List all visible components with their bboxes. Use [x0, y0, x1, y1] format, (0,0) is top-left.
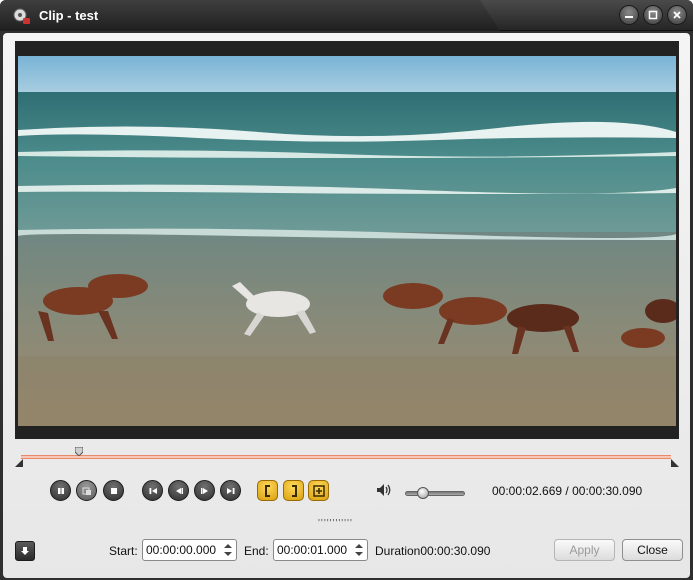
close-button[interactable]: Close	[622, 539, 683, 561]
end-time-spinner[interactable]	[273, 539, 368, 561]
download-arrow-icon	[21, 547, 29, 555]
step-back-icon	[175, 487, 183, 494]
current-time: 00:00:02.669	[492, 484, 563, 498]
time-readout: 00:00:02.669 / 00:00:30.090	[492, 484, 642, 498]
skip-to-end-icon	[226, 487, 234, 494]
pause-button[interactable]	[50, 480, 71, 501]
volume-icon[interactable]	[375, 482, 393, 498]
step-forward-icon	[200, 487, 208, 494]
snapshot-button[interactable]	[76, 480, 97, 501]
window-title: Clip - test	[39, 8, 99, 23]
duration-label: Duration	[375, 544, 421, 558]
end-label: End:	[244, 544, 269, 558]
title-bar[interactable]: Clip - test	[0, 0, 693, 31]
range-end-marker-icon[interactable]	[671, 459, 679, 467]
maximize-icon	[648, 10, 658, 20]
stop-button[interactable]	[103, 480, 124, 501]
skip-to-start-button[interactable]	[142, 480, 163, 501]
video-preview[interactable]	[18, 56, 676, 426]
stop-icon	[110, 487, 117, 494]
mark-in-button[interactable]	[257, 480, 278, 501]
playhead-icon[interactable]	[74, 447, 83, 456]
skip-to-end-button[interactable]	[220, 480, 241, 501]
snapshot-icon	[82, 487, 91, 495]
timeline-track[interactable]	[21, 455, 671, 459]
apply-button[interactable]: Apply	[554, 539, 615, 561]
end-time-input[interactable]	[274, 540, 352, 560]
minimize-icon	[625, 16, 633, 18]
add-clip-icon	[312, 484, 325, 497]
pause-icon	[57, 487, 64, 494]
client-area: 00:00:02.669 / 00:00:30.090 ''''''''''''…	[3, 33, 690, 578]
timeline[interactable]	[15, 447, 679, 467]
spinner-arrows-icon[interactable]	[222, 542, 234, 558]
volume-slider-handle[interactable]	[417, 487, 429, 499]
app-icon	[13, 8, 30, 24]
time-separator: /	[562, 484, 573, 498]
clip-settings-row: Start: End: Duration00:00:30.090 Apply C…	[3, 537, 690, 565]
video-frame	[15, 41, 679, 439]
skip-to-start-icon	[149, 487, 157, 494]
mark-out-icon	[291, 484, 297, 497]
close-window-button[interactable]	[667, 5, 687, 25]
step-back-button[interactable]	[168, 480, 189, 501]
duration-value: 00:00:30.090	[420, 544, 491, 558]
add-clip-button[interactable]	[308, 480, 329, 501]
range-start-marker-icon[interactable]	[15, 459, 23, 467]
start-time-input[interactable]	[143, 540, 221, 560]
mark-out-button[interactable]	[283, 480, 304, 501]
close-icon	[673, 11, 681, 19]
duration-readout: Duration00:00:30.090	[375, 544, 490, 558]
expand-button[interactable]	[15, 541, 35, 561]
total-time: 00:00:30.090	[572, 484, 643, 498]
maximize-button[interactable]	[643, 5, 663, 25]
spinner-arrows-icon[interactable]	[353, 542, 365, 558]
mark-in-icon	[264, 484, 270, 497]
step-forward-button[interactable]	[194, 480, 215, 501]
volume-slider[interactable]	[405, 491, 465, 496]
clip-window: Clip - test 00:00:02.669 / 00:00:30.090 …	[0, 0, 693, 580]
resize-grip[interactable]: ''''''''''''	[318, 518, 353, 529]
start-time-spinner[interactable]	[142, 539, 237, 561]
start-label: Start:	[109, 544, 138, 558]
minimize-button[interactable]	[619, 5, 639, 25]
